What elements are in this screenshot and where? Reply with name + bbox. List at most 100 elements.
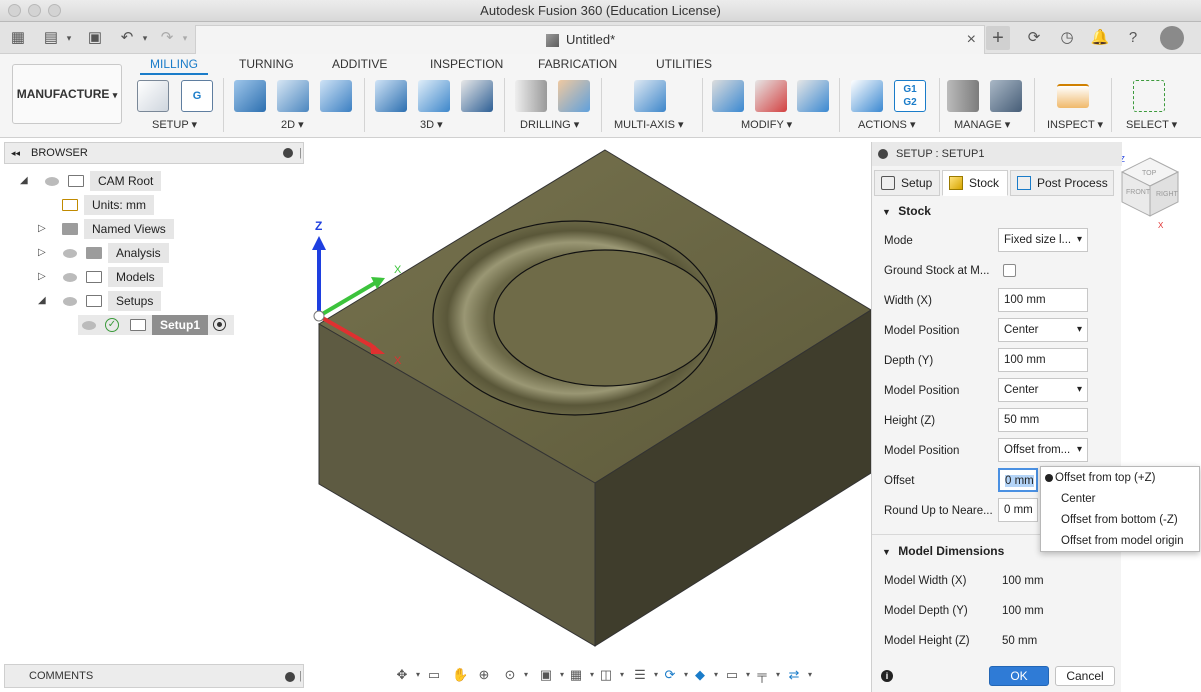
- tab-turning[interactable]: TURNING: [239, 57, 294, 71]
- stock-section-header[interactable]: ▼ Stock: [882, 204, 931, 218]
- tab-fabrication[interactable]: FABRICATION: [538, 57, 617, 71]
- tab-post-process[interactable]: Post Process: [1010, 170, 1114, 196]
- option-offset-from-bottom[interactable]: Offset from bottom (-Z): [1061, 514, 1178, 526]
- select-group-label[interactable]: SELECT ▾: [1126, 118, 1177, 131]
- minimize-window-button[interactable]: [28, 4, 41, 17]
- data-panel-grid-icon[interactable]: ▦: [9, 29, 27, 47]
- multi-axis-group-label[interactable]: MULTI-AXIS ▾: [614, 118, 684, 131]
- actions-group-label[interactable]: ACTIONS ▾: [858, 118, 915, 131]
- active-setup-radio-icon[interactable]: [213, 318, 226, 331]
- tool-display-icon[interactable]: ╤: [754, 667, 770, 683]
- move-toolpath-icon[interactable]: [797, 80, 829, 112]
- refresh-icon[interactable]: ⟳: [662, 667, 678, 683]
- inspect-group-label[interactable]: INSPECT ▾: [1047, 118, 1103, 131]
- file-menu-chevron-icon[interactable]: ▾: [60, 29, 78, 47]
- browser-resize-handle[interactable]: |: [299, 143, 302, 163]
- visibility-eye-icon[interactable]: [82, 321, 96, 330]
- visibility-eye-icon[interactable]: [45, 177, 59, 186]
- 2d-group-label[interactable]: 2D ▾: [281, 118, 304, 131]
- 3d-group-label[interactable]: 3D ▾: [420, 118, 443, 131]
- camera-icon[interactable]: ▭: [724, 667, 740, 683]
- model-position-y-dropdown[interactable]: Center: [998, 378, 1088, 402]
- collapse-browser-icon[interactable]: ◂◂: [11, 143, 20, 163]
- close-tab-icon[interactable]: ×: [967, 31, 976, 49]
- option-center[interactable]: Center: [1061, 493, 1096, 505]
- close-window-button[interactable]: [8, 4, 21, 17]
- undo-icon[interactable]: ↶: [118, 29, 136, 47]
- tree-item-units[interactable]: Units: mm: [62, 195, 262, 215]
- simulate-icon[interactable]: [851, 80, 883, 112]
- document-tab[interactable]: Untitled* ×: [195, 25, 985, 54]
- 3d-pocket-icon[interactable]: [418, 80, 450, 112]
- pocket-floor-edge[interactable]: [493, 249, 717, 387]
- ground-stock-checkbox[interactable]: [1003, 264, 1016, 277]
- grid-icon[interactable]: ▦: [568, 667, 584, 683]
- drilling-group-label[interactable]: DRILLING ▾: [520, 118, 579, 131]
- redo-icon[interactable]: ↷: [158, 29, 176, 47]
- thread-icon[interactable]: [558, 80, 590, 112]
- cancel-button[interactable]: Cancel: [1055, 666, 1115, 686]
- depth-input[interactable]: 100 mm: [998, 348, 1088, 372]
- expand-triangle-icon[interactable]: ▷: [38, 243, 46, 263]
- browser-options-icon[interactable]: [283, 148, 293, 158]
- stock-display-icon[interactable]: ◆: [692, 667, 708, 683]
- info-icon[interactable]: i: [881, 670, 893, 682]
- tab-milling[interactable]: MILLING: [140, 57, 209, 75]
- setup-dialog-header[interactable]: SETUP : SETUP1: [872, 142, 1122, 166]
- model-position-z-dropdown[interactable]: Offset from...: [998, 438, 1088, 462]
- scissors-icon[interactable]: [712, 80, 744, 112]
- setup-folder-icon[interactable]: [137, 80, 169, 112]
- tree-item-cam-root[interactable]: ◢ CAM Root: [20, 171, 290, 191]
- orbit-icon[interactable]: ✥: [394, 667, 410, 683]
- notifications-bell-icon[interactable]: 🔔: [1088, 26, 1112, 50]
- tab-stock[interactable]: Stock: [942, 170, 1008, 196]
- 3d-adaptive-icon[interactable]: [375, 80, 407, 112]
- visibility-eye-icon[interactable]: [63, 249, 77, 258]
- machine-library-icon[interactable]: [990, 80, 1022, 112]
- option-offset-from-model-origin[interactable]: Offset from model origin: [1061, 535, 1184, 547]
- orbit-chevron-icon[interactable]: ▾: [410, 667, 426, 683]
- comments-resize-handle[interactable]: |: [299, 665, 302, 687]
- tab-additive[interactable]: ADDITIVE: [332, 57, 387, 71]
- origin-point[interactable]: [313, 310, 325, 322]
- setup-group-label[interactable]: SETUP ▾: [152, 118, 197, 131]
- fit-chevron-icon[interactable]: ▾: [518, 667, 534, 683]
- 2d-adaptive-icon[interactable]: [234, 80, 266, 112]
- face-icon[interactable]: [320, 80, 352, 112]
- expand-triangle-icon[interactable]: ▷: [38, 219, 46, 239]
- option-offset-from-top[interactable]: Offset from top (+Z): [1055, 472, 1155, 484]
- tree-item-setup1[interactable]: ✓ Setup1: [78, 315, 234, 335]
- expand-triangle-icon[interactable]: ▷: [38, 267, 46, 287]
- tool-display-chevron-icon[interactable]: ▾: [770, 667, 786, 683]
- toolpath-display-chevron-icon[interactable]: ▾: [802, 667, 818, 683]
- comments-panel-header[interactable]: COMMENTS |: [4, 664, 304, 688]
- manage-group-label[interactable]: MANAGE ▾: [954, 118, 1010, 131]
- remove-toolpath-icon[interactable]: [755, 80, 787, 112]
- model-dimensions-section-header[interactable]: ▼ Model Dimensions: [882, 544, 1004, 558]
- collapse-triangle-icon[interactable]: ◢: [20, 171, 28, 191]
- new-tab-plus-icon[interactable]: +: [986, 26, 1010, 50]
- model-position-x-dropdown[interactable]: Center: [998, 318, 1088, 342]
- tab-inspection[interactable]: INSPECTION: [430, 57, 503, 71]
- redo-chevron-icon[interactable]: ▾: [176, 29, 194, 47]
- tab-setup[interactable]: Setup: [874, 170, 940, 196]
- width-input[interactable]: 100 mm: [998, 288, 1088, 312]
- save-icon[interactable]: ▣: [86, 29, 104, 47]
- add-comment-icon[interactable]: [285, 672, 295, 682]
- help-icon[interactable]: ?: [1121, 26, 1145, 50]
- 2d-pocket-icon[interactable]: [277, 80, 309, 112]
- tree-item-analysis[interactable]: ▷ Analysis: [38, 243, 268, 263]
- post-process-g1g2-icon[interactable]: G1 G2: [894, 80, 926, 112]
- undo-chevron-icon[interactable]: ▾: [136, 29, 154, 47]
- viewport-canvas[interactable]: Z X X: [305, 138, 872, 662]
- zoom-icon[interactable]: ⊕: [476, 667, 492, 683]
- user-avatar[interactable]: [1160, 26, 1184, 50]
- extensions-icon[interactable]: ⟳: [1022, 26, 1046, 50]
- viewports-chevron-icon[interactable]: ▾: [614, 667, 630, 683]
- collapse-triangle-icon[interactable]: ◢: [38, 291, 46, 311]
- tree-item-models[interactable]: ▷ Models: [38, 267, 268, 287]
- job-status-clock-icon[interactable]: ◷: [1055, 26, 1079, 50]
- multi-axis-icon[interactable]: [634, 80, 666, 112]
- 3d-contour-icon[interactable]: [461, 80, 493, 112]
- measure-icon[interactable]: [1057, 84, 1089, 108]
